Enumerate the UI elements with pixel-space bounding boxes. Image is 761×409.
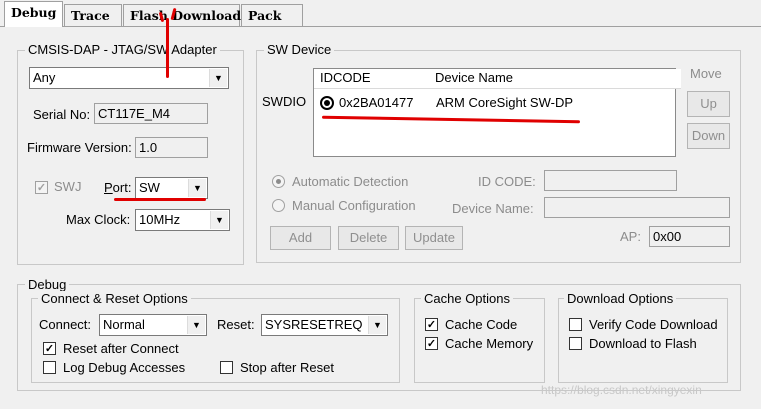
column-header-empty xyxy=(589,69,681,89)
manual-configuration-label: Manual Configuration xyxy=(292,198,416,213)
chevron-down-icon[interactable]: ▼ xyxy=(368,316,386,334)
max-clock-label: Max Clock: xyxy=(66,212,131,227)
annotation-port-underline xyxy=(114,198,206,201)
tab-bar: Debug Trace Flash Download Pack xyxy=(0,0,761,27)
log-debug-accesses-checkbox[interactable] xyxy=(43,361,56,374)
device-name-field[interactable] xyxy=(544,197,730,218)
ap-label: AP: xyxy=(620,229,641,244)
download-to-flash-checkbox[interactable] xyxy=(569,337,582,350)
tab-debug[interactable]: Debug xyxy=(4,1,63,27)
connect-label: Connect: xyxy=(39,317,92,332)
sw-device-list[interactable]: IDCODE Device Name 0x2BA01477 ARM CoreSi… xyxy=(313,68,681,157)
download-to-flash-label: Download to Flash xyxy=(589,336,697,351)
automatic-detection-radio[interactable] xyxy=(272,175,285,188)
tab-divider xyxy=(0,26,761,27)
id-code-label: ID CODE: xyxy=(478,174,536,189)
swdio-label: SWDIO xyxy=(262,94,307,109)
chevron-down-icon[interactable]: ▼ xyxy=(210,211,228,229)
download-options-title: Download Options xyxy=(564,291,677,306)
connect-reset-title: Connect & Reset Options xyxy=(38,291,191,306)
chevron-down-icon[interactable]: ▼ xyxy=(188,179,206,197)
firmware-field: 1.0 xyxy=(135,137,208,158)
cache-memory-checkbox[interactable]: ✓ xyxy=(425,337,438,350)
adapter-group-title: CMSIS-DAP - JTAG/SW Adapter xyxy=(25,42,220,57)
ap-field[interactable]: 0x00 xyxy=(649,226,730,247)
radio-dot xyxy=(324,100,330,106)
column-header-idcode[interactable]: IDCODE xyxy=(314,69,436,89)
sw-device-group-title: SW Device xyxy=(264,42,335,57)
log-debug-accesses-label: Log Debug Accesses xyxy=(63,360,186,375)
id-code-field[interactable] xyxy=(544,170,677,191)
swj-label: SWJ xyxy=(54,179,82,194)
serial-field: CT117E_M4 xyxy=(94,103,208,124)
port-select[interactable]: SW ▼ xyxy=(135,177,208,199)
reset-select[interactable]: SYSRESETREQ ▼ xyxy=(261,314,388,336)
device-name: ARM CoreSight SW-DP xyxy=(436,95,574,110)
max-clock-select[interactable]: 10MHz ▼ xyxy=(135,209,230,231)
move-down-button[interactable]: Down xyxy=(687,123,730,149)
connect-select[interactable]: Normal ▼ xyxy=(99,314,207,336)
cache-options-title: Cache Options xyxy=(421,291,513,306)
debug-group-title: Debug xyxy=(25,277,70,292)
reset-after-connect-label: Reset after Connect xyxy=(63,341,179,356)
chevron-down-icon[interactable]: ▼ xyxy=(209,69,227,87)
automatic-detection-label: Automatic Detection xyxy=(292,174,409,189)
firmware-label: Firmware Version: xyxy=(27,140,132,155)
cache-code-label: Cache Code xyxy=(445,317,518,332)
serial-label: Serial No: xyxy=(33,107,91,122)
adapter-select[interactable]: Any ▼ xyxy=(29,67,229,89)
update-button[interactable]: Update xyxy=(405,226,463,250)
reset-after-connect-checkbox[interactable]: ✓ xyxy=(43,342,56,355)
stop-after-reset-checkbox[interactable] xyxy=(220,361,233,374)
watermark: https://blog.csdn.net/xingyexin xyxy=(541,383,702,397)
verify-code-download-checkbox[interactable] xyxy=(569,318,582,331)
cache-code-checkbox[interactable]: ✓ xyxy=(425,318,438,331)
add-button[interactable]: Add xyxy=(270,226,331,250)
move-label: Move xyxy=(690,66,722,81)
cache-memory-label: Cache Memory xyxy=(445,336,534,351)
column-header-device-name[interactable]: Device Name xyxy=(429,69,596,89)
device-selected-icon xyxy=(320,96,334,110)
tab-pack[interactable]: Pack xyxy=(241,4,303,26)
table-row[interactable]: 0x2BA01477 ARM CoreSight SW-DP xyxy=(314,93,675,113)
connect-select-value: Normal xyxy=(103,317,145,332)
radio-dot xyxy=(276,179,281,184)
reset-label: Reset: xyxy=(217,317,255,332)
device-idcode: 0x2BA01477 xyxy=(339,95,414,110)
stop-after-reset-label: Stop after Reset xyxy=(240,360,334,375)
swj-checkbox[interactable]: ✓ xyxy=(35,181,48,194)
tab-trace[interactable]: Trace xyxy=(64,4,122,26)
delete-button[interactable]: Delete xyxy=(338,226,399,250)
annotation-arrow-stem xyxy=(166,18,169,78)
manual-configuration-radio[interactable] xyxy=(272,199,285,212)
device-name-label: Device Name: xyxy=(452,201,534,216)
max-clock-select-value: 10MHz xyxy=(139,212,181,227)
chevron-down-icon[interactable]: ▼ xyxy=(187,316,205,334)
port-select-value: SW xyxy=(139,180,160,195)
port-label: Port: xyxy=(104,180,132,195)
verify-code-download-label: Verify Code Download xyxy=(589,317,718,332)
reset-select-value: SYSRESETREQ xyxy=(265,317,363,332)
adapter-select-value: Any xyxy=(33,70,56,85)
tab-flash-download[interactable]: Flash Download xyxy=(123,4,241,26)
move-up-button[interactable]: Up xyxy=(687,91,730,117)
